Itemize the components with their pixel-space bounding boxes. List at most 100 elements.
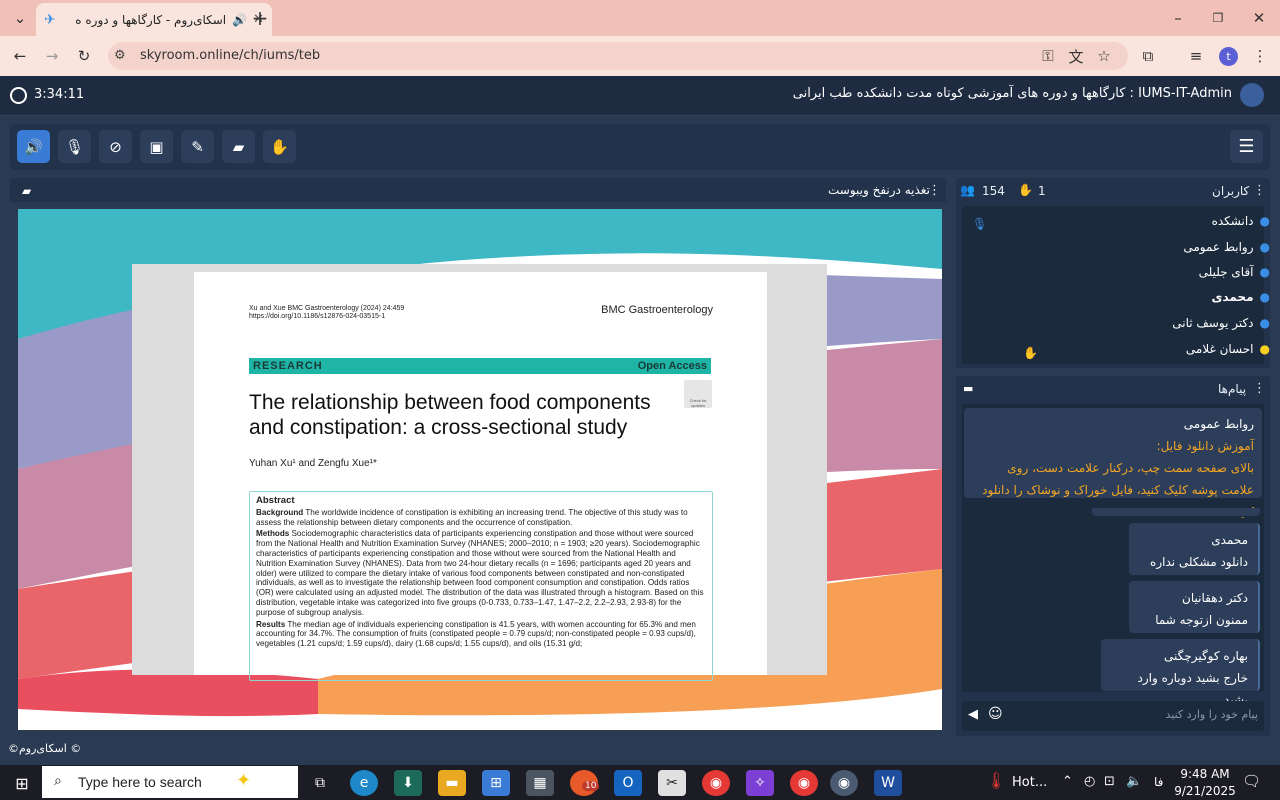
menu-button[interactable]: ☰: [1230, 130, 1263, 163]
user-item[interactable]: ● احسان غلامی: [1186, 342, 1270, 356]
back-icon[interactable]: ←: [6, 42, 34, 70]
chat-message: بهاره کوگیرچگنی خارج بشید دوباره وارد بش…: [1101, 639, 1260, 707]
sparkle-icon: ✦: [236, 770, 252, 791]
doi: https://doi.org/10.1186/s12876-024-03515…: [249, 313, 386, 320]
user-name: احسان غلامی: [1185, 342, 1254, 356]
menu-dots-icon[interactable]: ⋮: [1246, 42, 1274, 70]
raise-hand-button[interactable]: ✋: [263, 130, 296, 163]
key-icon[interactable]: ⚿: [1034, 42, 1062, 70]
forward-icon[interactable]: →: [38, 42, 66, 70]
clock-time[interactable]: 9:48 AM: [1178, 767, 1232, 781]
tab-search-icon[interactable]: ⌄: [6, 4, 34, 32]
windows-start-icon[interactable]: ⊞: [8, 770, 36, 796]
site-info-icon[interactable]: ⚙: [114, 48, 126, 63]
methods-text: Sociodemographic characteristics data of…: [256, 529, 704, 617]
snipping-icon[interactable]: ✂: [658, 770, 686, 796]
close-window-button[interactable]: ✕: [1245, 4, 1273, 32]
mic-off-button[interactable]: 🎙: [58, 130, 91, 163]
app-icon[interactable]: ⬇: [394, 770, 422, 796]
extensions-icon[interactable]: ⧉: [1134, 42, 1162, 70]
message-text: ممنون ازتوجه شما: [1155, 613, 1248, 627]
new-tab-button[interactable]: +: [246, 4, 274, 32]
user-name: محمدی: [1211, 290, 1254, 304]
chrome-icon[interactable]: ◉: [702, 770, 730, 796]
background-text: The worldwide incidence of constipation …: [256, 507, 688, 527]
pinned-message: روابط عمومی آموزش دانلود فایل: بالای صفح…: [964, 408, 1262, 519]
user-item[interactable]: ● دانشکده: [1212, 214, 1270, 228]
volume-icon[interactable]: 🔈: [1126, 774, 1142, 789]
user-name: دکتر یوسف ثانی: [1172, 316, 1254, 330]
weather-text[interactable]: Hot...: [1012, 775, 1047, 790]
user-item[interactable]: ● دکتر یوسف ثانی: [1172, 316, 1270, 330]
tray-chevron-icon[interactable]: ⌃: [1062, 774, 1073, 789]
emoji-icon[interactable]: ☺: [988, 706, 1003, 722]
results-label: Results: [256, 619, 286, 629]
abstract-box: Abstract Background The worldwide incide…: [249, 491, 713, 681]
minimize-button[interactable]: –: [1164, 4, 1192, 32]
screen-share-button[interactable]: ▣: [140, 130, 173, 163]
tray-icon[interactable]: ◴: [1084, 774, 1095, 789]
chat-menu-icon[interactable]: ⋮: [1253, 381, 1266, 396]
chrome-active-icon[interactable]: ◉: [830, 770, 858, 796]
users-count: 154: [982, 184, 1005, 198]
results-text: The median age of individuals experienci…: [256, 619, 696, 649]
speaker-button[interactable]: 🔊: [17, 130, 50, 163]
app-title: IUMS-IT-Admin : کارگاهها و دوره های آموز…: [792, 86, 1232, 101]
browser-tab[interactable]: ✕ 🔊 اسکای‌روم - کارگاهها و دوره ه ✈: [36, 3, 272, 36]
language-indicator[interactable]: فا: [1154, 775, 1163, 789]
stage-title: تغذیه درنفخ ویبوست: [828, 183, 930, 197]
abstract-heading: Abstract: [256, 495, 295, 506]
paper-page: Xu and Xue BMC Gastroenterology (2024) 2…: [194, 272, 767, 681]
translate-icon[interactable]: 文: [1062, 42, 1090, 70]
chat-message: دکتر دهقانیان ممنون ازتوجه شما: [1129, 581, 1260, 633]
maximize-button[interactable]: ❐: [1204, 4, 1232, 32]
task-view-icon[interactable]: ⧉: [306, 770, 334, 796]
message-sender: دکتر دهقانیان: [1182, 591, 1248, 605]
research-banner: RESEARCH Open Access: [249, 358, 711, 374]
media-icon[interactable]: ≡: [1182, 42, 1210, 70]
folder-button[interactable]: ▰: [222, 130, 255, 163]
users-list: [962, 206, 1264, 364]
edge-icon[interactable]: e: [350, 770, 378, 796]
copilot-icon[interactable]: ✧: [746, 770, 774, 796]
user-item[interactable]: ● آقای جلیلی: [1199, 265, 1270, 279]
methods-para: Methods Sociodemographic characteristics…: [256, 529, 706, 617]
camera-off-button[interactable]: ⊘: [99, 130, 132, 163]
user-icon: ●: [1259, 214, 1270, 228]
user-icon: ●: [1259, 316, 1270, 330]
url-text: skyroom.online/ch/iums/teb: [140, 48, 321, 63]
logo-icon: [1240, 83, 1264, 107]
user-item[interactable]: ● روابط عمومی: [1183, 240, 1270, 254]
user-item[interactable]: ● محمدی: [1211, 290, 1270, 304]
stage-menu-icon[interactable]: ⋮: [928, 183, 941, 198]
profile-avatar[interactable]: t: [1219, 47, 1238, 66]
open-access-label: Open Access: [637, 360, 707, 372]
chrome-profile-icon[interactable]: ◉: [790, 770, 818, 796]
methods-label: Methods: [256, 529, 290, 539]
calculator-icon[interactable]: ▦: [526, 770, 554, 796]
badge-count: 10: [582, 781, 600, 791]
file-explorer-icon[interactable]: ▬: [438, 770, 466, 796]
paper-title-2: and constipation: a cross-sectional stud…: [249, 416, 628, 439]
word-icon[interactable]: W: [874, 770, 902, 796]
notifications-icon[interactable]: 🗨: [1242, 772, 1261, 790]
users-menu-icon[interactable]: ⋮: [1253, 183, 1266, 198]
network-icon[interactable]: ⊡: [1104, 774, 1115, 789]
folder-icon[interactable]: ▰: [22, 184, 31, 198]
reload-icon[interactable]: ↻: [70, 42, 98, 70]
send-icon[interactable]: ◀: [968, 707, 978, 722]
users-group-icon: 👥: [960, 183, 975, 197]
chat-input[interactable]: پیام خود را وارد کنید: [1165, 708, 1258, 721]
paper-title-1: The relationship between food components: [249, 391, 651, 414]
user-name: دانشکده: [1211, 214, 1254, 228]
brush-button[interactable]: ✎: [181, 130, 214, 163]
clock-icon: [10, 87, 27, 104]
pinned-line-1: آموزش دانلود فایل:: [1156, 439, 1254, 453]
store-icon[interactable]: ⊞: [482, 770, 510, 796]
pinned-sender: روابط عمومی: [1183, 417, 1254, 431]
authors: Yuhan Xu¹ and Zengfu Xue¹*: [249, 458, 377, 469]
user-name: آقای جلیلی: [1198, 265, 1254, 279]
outlook-icon[interactable]: O: [614, 770, 642, 796]
clock-date[interactable]: 9/21/2025: [1172, 784, 1238, 798]
bookmark-star-icon[interactable]: ☆: [1090, 42, 1118, 70]
